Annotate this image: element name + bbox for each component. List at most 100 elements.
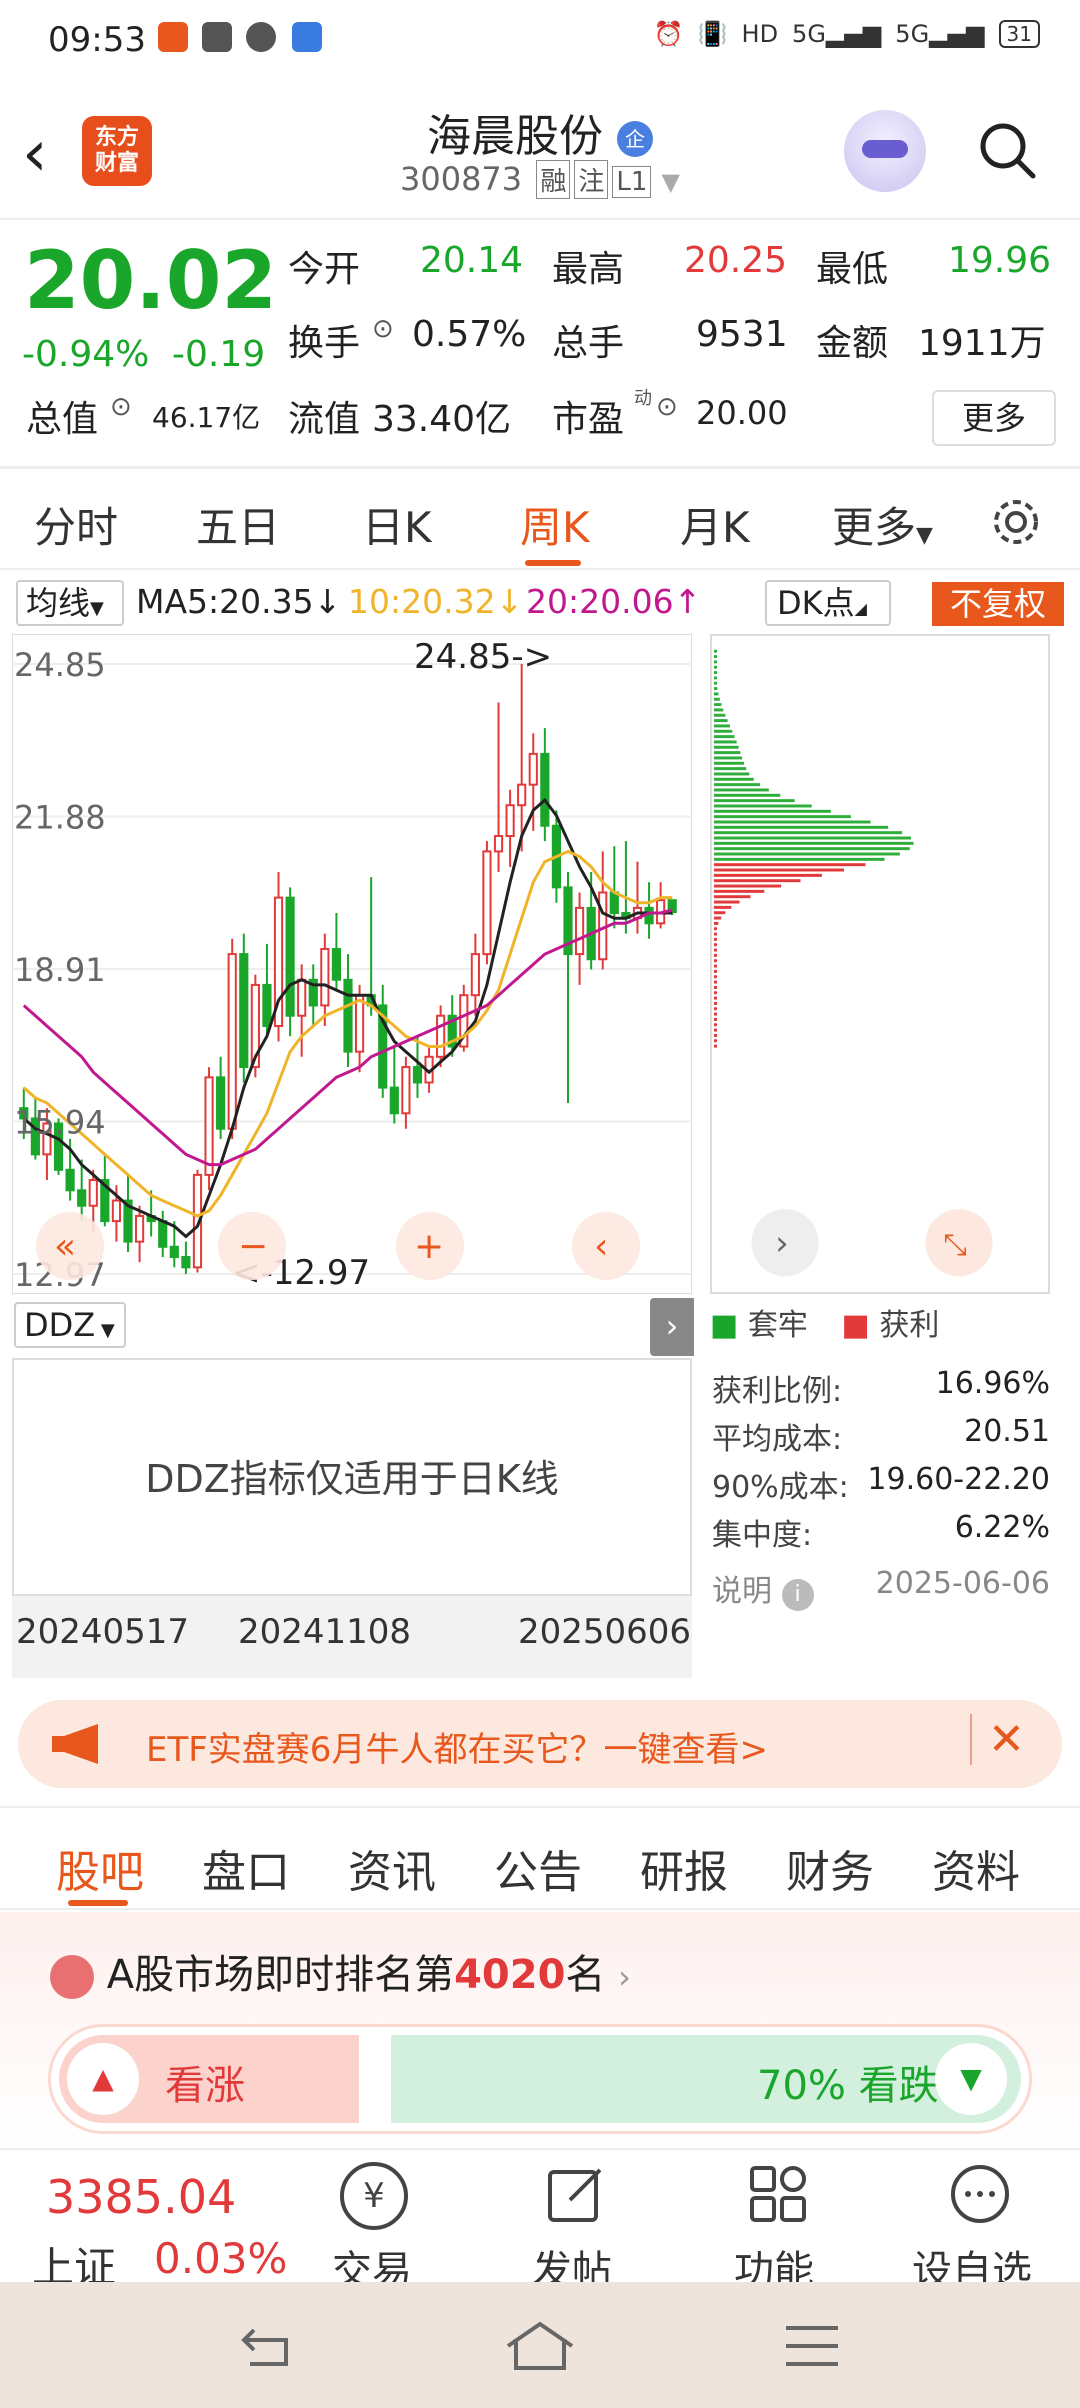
float-label: 流值: [288, 399, 361, 440]
chip-bar: [713, 921, 719, 925]
candle-body: [331, 947, 342, 981]
chart-toolbar: 均线▼ MA5:20.35↓ 10:20.32↓ 20:20.06↑ DK点◢ …: [0, 572, 1080, 632]
expand-icon[interactable]: ⤡: [925, 1209, 993, 1277]
candlestick-chart[interactable]: 24.8521.8818.9115.9412.97 24.85-> <-12.9…: [12, 634, 692, 1294]
candle-body: [343, 978, 353, 1053]
candle-body: [574, 906, 585, 956]
chip-bar: [713, 777, 754, 781]
post-icon[interactable]: [544, 2162, 608, 2226]
rank-icon: [50, 1955, 94, 1999]
ma5-value: MA5:20.35↓: [136, 582, 342, 621]
expand-arrow-icon[interactable]: ›: [650, 1298, 694, 1356]
chip-date: 2025-06-06: [875, 1566, 1050, 1601]
float-value: 33.40亿: [372, 399, 512, 440]
trapped-legend-icon: ■: [710, 1308, 739, 1343]
zoom-in-button[interactable]: +: [396, 1212, 464, 1280]
date-label: 20250606: [518, 1612, 692, 1652]
home-nav-icon[interactable]: [504, 2320, 576, 2372]
bearish-bar[interactable]: 70% 看跌 ▼: [391, 2035, 1021, 2123]
tab-five-day[interactable]: 五日: [196, 494, 280, 555]
bullish-bar[interactable]: ▲ 看涨: [59, 2035, 359, 2123]
search-icon[interactable]: [975, 118, 1039, 182]
trade-icon[interactable]: ¥: [340, 2162, 408, 2230]
high-value: 20.25: [684, 240, 788, 281]
divider: [0, 466, 1080, 469]
down-arrow-icon: ↓: [495, 582, 524, 621]
status-bar: 09:53 ⏰ 📳 HD 5G▂▄▆ 5G▂▄▆ 31: [0, 0, 1080, 80]
dk-point-select[interactable]: DK点◢: [765, 580, 891, 626]
chip-bar: [713, 948, 717, 952]
chip-bar: [713, 873, 822, 877]
chip-bar: [713, 980, 717, 984]
info-icon[interactable]: ⊙: [372, 314, 394, 344]
ddz-notice: DDZ指标仅适用于日K线: [12, 1358, 692, 1596]
down-triangle-icon: ▼: [935, 2043, 1007, 2115]
chip-bar: [713, 841, 914, 845]
amount-value: 1911万: [918, 323, 1046, 364]
bottom-nav: 3385.04 上证 0.03% ¥ 交易 发帖 功能 设自选: [0, 2148, 1080, 2294]
menu-nav-icon[interactable]: [784, 2322, 840, 2370]
tab-forum[interactable]: 股吧: [56, 1836, 144, 1900]
date-label: 20241108: [238, 1612, 412, 1652]
settings-icon[interactable]: [990, 496, 1042, 548]
profit-legend-icon: ■: [841, 1308, 870, 1343]
tab-daily-k[interactable]: 日K: [362, 494, 432, 555]
chip-bar: [713, 649, 717, 653]
tab-more[interactable]: 更多▼: [832, 494, 933, 555]
tab-research[interactable]: 研报: [640, 1836, 728, 1900]
info-icon[interactable]: ⊙: [656, 392, 678, 422]
chip-note[interactable]: 说明 i: [712, 1566, 814, 1611]
chip-bar: [713, 1039, 717, 1043]
index-value[interactable]: 3385.04: [46, 2170, 236, 2224]
chip-bar: [713, 660, 717, 664]
cost-90-value: 19.60-22.20: [867, 1462, 1050, 1497]
tab-monthly-k[interactable]: 月K: [680, 494, 750, 555]
app-notification-icon: [158, 22, 188, 52]
ddz-select[interactable]: DDZ ▼: [14, 1302, 126, 1348]
market-rank[interactable]: A股市场即时排名第4020名 ›: [50, 1942, 631, 2000]
svg-text:«: «: [54, 1226, 76, 1267]
tab-news[interactable]: 资讯: [348, 1836, 436, 1900]
chip-distribution-chart[interactable]: › ⤡: [710, 634, 1050, 1294]
chip-bar: [713, 783, 761, 787]
chip-bar: [713, 863, 866, 867]
tab-financials[interactable]: 财务: [786, 1836, 874, 1900]
tab-weekly-k[interactable]: 周K: [520, 494, 590, 555]
chip-bar: [713, 964, 717, 968]
info-icon[interactable]: ⊙: [110, 392, 132, 422]
candle-body: [111, 1199, 122, 1223]
chip-bar: [713, 932, 717, 936]
candle-body: [297, 978, 307, 1017]
close-icon[interactable]: ✕: [970, 1714, 1025, 1765]
more-button[interactable]: 更多: [932, 390, 1056, 446]
pe-label: 市盈: [552, 399, 625, 440]
tab-orderbook[interactable]: 盘口: [202, 1836, 290, 1900]
bearish-label: 70% 看跌: [757, 2063, 939, 2109]
adjustment-button[interactable]: 不复权: [932, 582, 1064, 626]
dropdown-icon[interactable]: ▼: [662, 168, 680, 196]
tab-profile[interactable]: 资料: [932, 1836, 1020, 1900]
candle-body: [65, 1168, 75, 1192]
back-nav-icon[interactable]: [240, 2322, 296, 2370]
change-value: -0.19: [172, 334, 266, 375]
functions-icon[interactable]: [746, 2162, 810, 2226]
ma-select[interactable]: 均线▼: [16, 580, 124, 626]
prev-candle-button[interactable]: ‹: [572, 1212, 640, 1280]
promo-banner[interactable]: ETF实盘赛6月牛人都在买它？一键查看> ✕: [18, 1700, 1062, 1788]
candle-body: [401, 1066, 411, 1115]
mktcap-value: 46.17亿: [152, 401, 261, 434]
y-tick-label: 18.91: [14, 951, 106, 989]
prev-page-button[interactable]: «: [36, 1212, 104, 1280]
assistant-avatar-icon[interactable]: [844, 110, 926, 192]
dropdown-icon: ▼: [916, 523, 933, 548]
zoom-out-button[interactable]: −: [218, 1212, 286, 1280]
chip-bar: [713, 751, 741, 755]
ma20-value: 20:20.06↑: [526, 582, 702, 621]
tab-announcements[interactable]: 公告: [494, 1836, 582, 1900]
signal2-icon: 5G▂▄▆: [895, 20, 985, 48]
date-axis: 20240517 20241108 20250606: [12, 1596, 692, 1678]
chip-bar: [713, 1023, 717, 1027]
next-button[interactable]: ›: [751, 1209, 819, 1277]
tab-intraday[interactable]: 分时: [34, 494, 118, 555]
add-watchlist-icon[interactable]: [948, 2162, 1012, 2226]
